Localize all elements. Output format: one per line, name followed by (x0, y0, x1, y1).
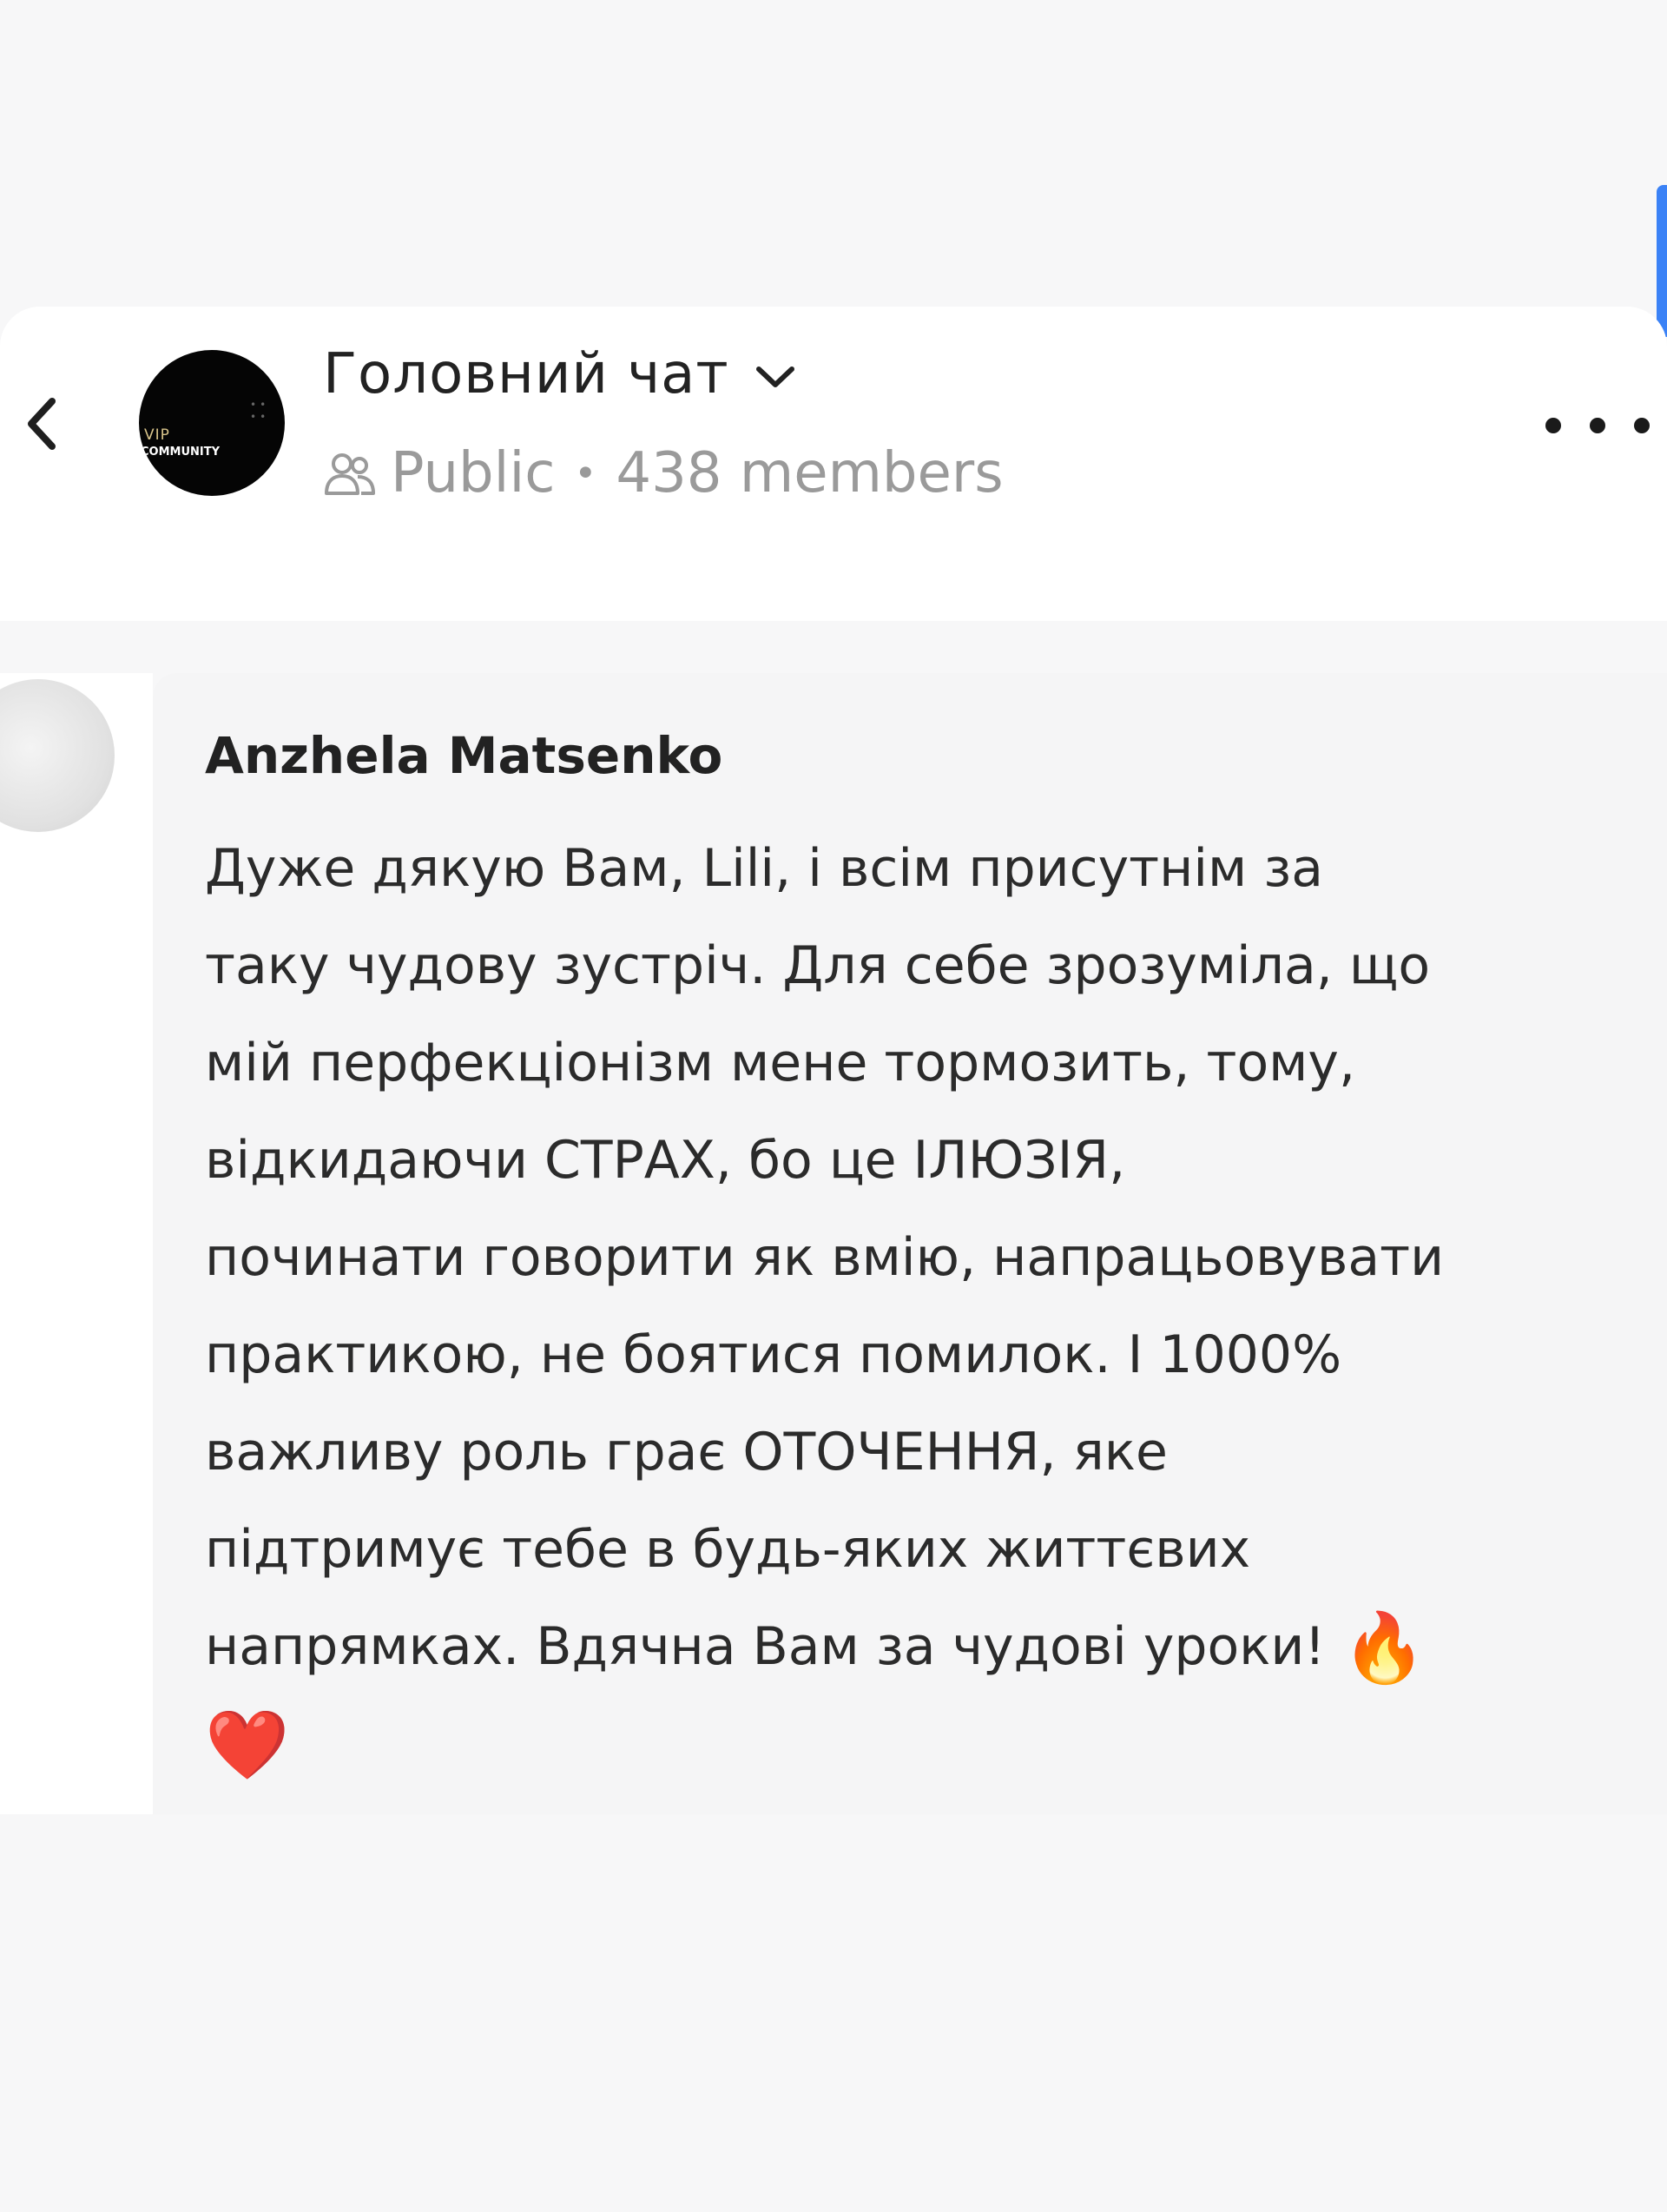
more-dots-icon (1634, 418, 1650, 433)
more-options-button[interactable] (1545, 399, 1650, 452)
chat-title: Головний чат (323, 342, 729, 406)
heart-emoji-icon: ❤️ (205, 1707, 290, 1785)
message-line: відкидаючи СТРАХ, бо це ІЛЮЗІЯ, (205, 1130, 1126, 1191)
message-line-last: напрямках. Вдячна Вам за чудові уроки! 🔥 (205, 1598, 1646, 1695)
chevron-down-icon (755, 366, 794, 387)
top-blank-area (0, 0, 1667, 308)
more-dots-icon (1545, 418, 1561, 433)
message-line: практикою, не боятися помилок. І 1000% (205, 1324, 1342, 1385)
message-line: Дуже дякую Вам, Lili, і всім присутнім з… (205, 838, 1324, 899)
fire-emoji-icon: 🔥 (1341, 1609, 1427, 1687)
message-author[interactable]: Anzhela Matsenko (205, 726, 722, 785)
avatar-logo-text-bottom: COMMUNITY (141, 446, 221, 459)
member-count[interactable]: 438 members (616, 441, 1003, 505)
message-gutter (0, 673, 153, 1814)
message-line: важливу роль грає ОТОЧЕННЯ, яке (205, 1422, 1168, 1482)
message-line: підтримує тебе в будь-яких життєвих (205, 1519, 1251, 1580)
more-dots-icon (1590, 418, 1605, 433)
avatar-decoration: •• •• (250, 399, 270, 423)
people-icon (325, 453, 375, 495)
bottom-blank-area (0, 1814, 1667, 2212)
back-chevron-icon (28, 398, 56, 450)
chat-meta: Public • 438 members (323, 434, 1004, 512)
message-line: таку чудову зустріч. Для себе зрозуміла,… (205, 935, 1431, 996)
message-line: напрямках. Вдячна Вам за чудові уроки! (205, 1616, 1326, 1677)
message-line: починати говорити як вмію, напрацьовуват… (205, 1227, 1445, 1288)
message-line-emoji: ❤️ (205, 1695, 1646, 1793)
back-button[interactable] (16, 389, 68, 459)
chat-title-dropdown[interactable]: Головний чат (323, 335, 797, 413)
visibility-label: Public (391, 441, 556, 505)
group-avatar[interactable]: •• •• VIP COMMUNITY (139, 350, 285, 496)
message-text: Дуже дякую Вам, Lili, і всім присутнім з… (205, 820, 1646, 1793)
meta-separator: • (574, 451, 597, 496)
side-accent-edge (1657, 185, 1667, 337)
avatar-logo-text-top: VIP (144, 426, 170, 444)
message-line: мій перфекціонізм мене тормозить, тому, (205, 1033, 1356, 1093)
